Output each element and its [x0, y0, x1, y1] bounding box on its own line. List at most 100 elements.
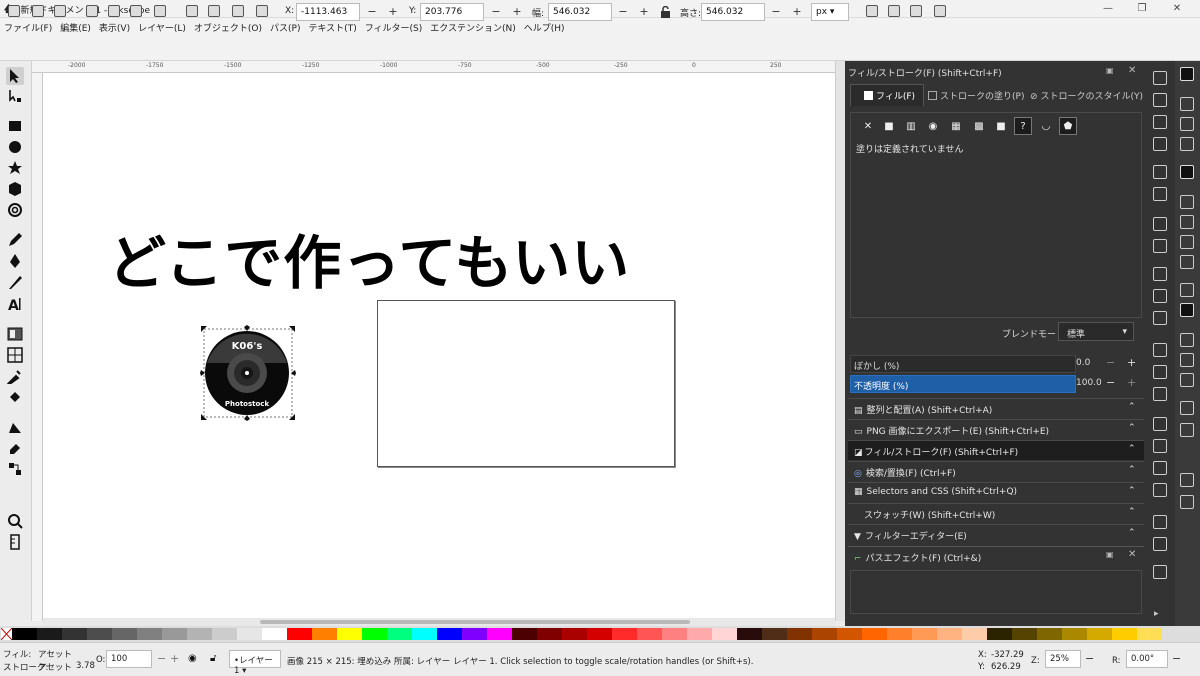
- palette-swatch[interactable]: [487, 628, 512, 640]
- snap-cusp-icon[interactable]: [1180, 235, 1194, 249]
- logo-image[interactable]: K06's Photostock: [200, 325, 296, 421]
- zoom-selection-icon[interactable]: [1153, 343, 1167, 357]
- linear-gradient-icon[interactable]: ▥: [902, 117, 920, 135]
- opacity-minus-button[interactable]: −: [1106, 376, 1115, 389]
- palette-swatch[interactable]: [1037, 628, 1062, 640]
- vertical-scrollbar[interactable]: [835, 61, 845, 621]
- tab-stroke-paint[interactable]: ストロークの塗り(P): [928, 89, 1024, 102]
- paste-icon[interactable]: [1153, 311, 1167, 325]
- palette-swatch[interactable]: [212, 628, 237, 640]
- palette-swatch[interactable]: [562, 628, 587, 640]
- opacity-status-plus[interactable]: +: [170, 652, 179, 665]
- tab-stroke-style[interactable]: ⊘ ストロークのスタイル(Y): [1030, 89, 1143, 102]
- lock-icon[interactable]: [660, 6, 671, 18]
- scale-corners-icon[interactable]: [888, 5, 900, 17]
- flip-vertical-icon[interactable]: [154, 5, 166, 17]
- star-tool-icon[interactable]: [6, 159, 24, 177]
- 3d-box-tool-icon[interactable]: [6, 180, 24, 198]
- select-all-icon[interactable]: [8, 5, 20, 17]
- palette-swatch[interactable]: [312, 628, 337, 640]
- snap-path-icon[interactable]: [1180, 195, 1194, 209]
- no-color-swatch[interactable]: [0, 627, 13, 641]
- palette-swatch[interactable]: [612, 628, 637, 640]
- width-plus-button[interactable]: +: [636, 3, 652, 21]
- blur-value[interactable]: 0.0: [1076, 358, 1090, 368]
- dock-swatches[interactable]: スウォッチ(W) (Shift+Ctrl+W): [848, 503, 1144, 523]
- print-icon[interactable]: [1153, 137, 1167, 151]
- menu-view[interactable]: 表示(V): [95, 18, 134, 37]
- transform-patterns-icon[interactable]: [934, 5, 946, 17]
- zoom-input[interactable]: 25%: [1045, 650, 1081, 668]
- calligraphy-tool-icon[interactable]: [6, 273, 24, 291]
- opacity-value[interactable]: 100.0: [1076, 378, 1102, 388]
- palette-swatch[interactable]: [162, 628, 187, 640]
- palette-swatch[interactable]: [912, 628, 937, 640]
- lower-icon[interactable]: [232, 5, 244, 17]
- palette-swatch[interactable]: [262, 628, 287, 640]
- palette-swatch[interactable]: [37, 628, 62, 640]
- redo-icon[interactable]: [1153, 239, 1167, 253]
- undo-icon[interactable]: [1153, 217, 1167, 231]
- panel-close-icon[interactable]: ✕: [1128, 65, 1136, 76]
- width-input[interactable]: 546.032: [548, 3, 612, 21]
- stroke-indicator-value[interactable]: アセット: [38, 661, 72, 673]
- palette-swatch[interactable]: [412, 628, 437, 640]
- rotation-input[interactable]: 0.00°: [1126, 650, 1168, 668]
- palette-swatch[interactable]: [812, 628, 837, 640]
- pe-close-icon[interactable]: ✕: [1128, 549, 1136, 560]
- node-tool-icon[interactable]: [6, 87, 24, 105]
- chevron-up-icon[interactable]: ⌃: [1128, 486, 1136, 496]
- palette-swatch[interactable]: [762, 628, 787, 640]
- no-paint-icon[interactable]: ✕: [859, 117, 877, 135]
- opacity-plus-button[interactable]: +: [1127, 376, 1136, 389]
- maximize-button[interactable]: ❐: [1128, 1, 1156, 17]
- eraser-tool-icon[interactable]: [6, 439, 24, 457]
- radial-gradient-icon[interactable]: ◉: [924, 117, 942, 135]
- open-file-icon[interactable]: [1153, 93, 1167, 107]
- palette-swatch[interactable]: [112, 628, 137, 640]
- tweak-tool-icon[interactable]: [6, 418, 24, 436]
- rotate-cw-icon[interactable]: [108, 5, 120, 17]
- height-input[interactable]: 546.032: [701, 3, 765, 21]
- dock-selectors-css[interactable]: ▦ Selectors and CSS (Shift+Ctrl+Q): [848, 482, 1144, 502]
- duplicate-icon[interactable]: [1153, 417, 1167, 431]
- dock-png-export[interactable]: ▭ PNG 画像にエクスポート(E) (Shift+Ctrl+E): [848, 419, 1144, 439]
- dock-filter-editor[interactable]: ▼ フィルターエディター(E): [848, 524, 1144, 544]
- blur-plus-button[interactable]: +: [1127, 356, 1136, 369]
- preferences-icon[interactable]: [1153, 565, 1167, 579]
- evenodd-fill-rule-icon[interactable]: ◡: [1037, 117, 1055, 135]
- palette-swatch[interactable]: [12, 628, 37, 640]
- zoom-drawing-icon[interactable]: [1153, 365, 1167, 379]
- snap-midpoint-icon[interactable]: [1180, 283, 1194, 297]
- layers-icon[interactable]: [1153, 537, 1167, 551]
- text-tool-icon[interactable]: A: [6, 295, 24, 313]
- fill-indicator-value[interactable]: アセット: [38, 648, 72, 660]
- canvas-heading-text[interactable]: どこで作ってもいい: [108, 216, 630, 300]
- palette-swatch[interactable]: [1087, 628, 1112, 640]
- palette-swatch[interactable]: [937, 628, 962, 640]
- gradient-tool-icon[interactable]: [6, 325, 24, 343]
- x-minus-button[interactable]: −: [364, 3, 380, 21]
- pe-pin-icon[interactable]: ▣: [1106, 550, 1114, 559]
- snap-others-icon[interactable]: [1180, 303, 1194, 317]
- chevron-up-icon[interactable]: ⌃: [1128, 507, 1136, 517]
- chevron-up-icon[interactable]: ⌃: [1128, 402, 1136, 412]
- transform-gradients-icon[interactable]: [910, 5, 922, 17]
- group-icon[interactable]: [1153, 483, 1167, 497]
- close-button[interactable]: ✕: [1163, 1, 1191, 17]
- current-layer-select[interactable]: •レイヤー 1 ▾: [229, 650, 281, 676]
- width-minus-button[interactable]: −: [615, 3, 631, 21]
- palette-swatch[interactable]: [662, 628, 687, 640]
- palette-swatch[interactable]: [687, 628, 712, 640]
- flat-color-icon[interactable]: ■: [880, 117, 898, 135]
- swatch-icon[interactable]: ■: [992, 117, 1010, 135]
- blur-minus-button[interactable]: −: [1106, 356, 1115, 369]
- palette-swatch[interactable]: [87, 628, 112, 640]
- x-plus-button[interactable]: +: [385, 3, 401, 21]
- vertical-ruler[interactable]: [32, 73, 43, 621]
- palette-swatch[interactable]: [1137, 628, 1162, 640]
- palette-swatch[interactable]: [787, 628, 812, 640]
- nonzero-fill-rule-icon[interactable]: ⬟: [1059, 117, 1077, 135]
- palette-swatch[interactable]: [1062, 628, 1087, 640]
- palette-swatch[interactable]: [712, 628, 737, 640]
